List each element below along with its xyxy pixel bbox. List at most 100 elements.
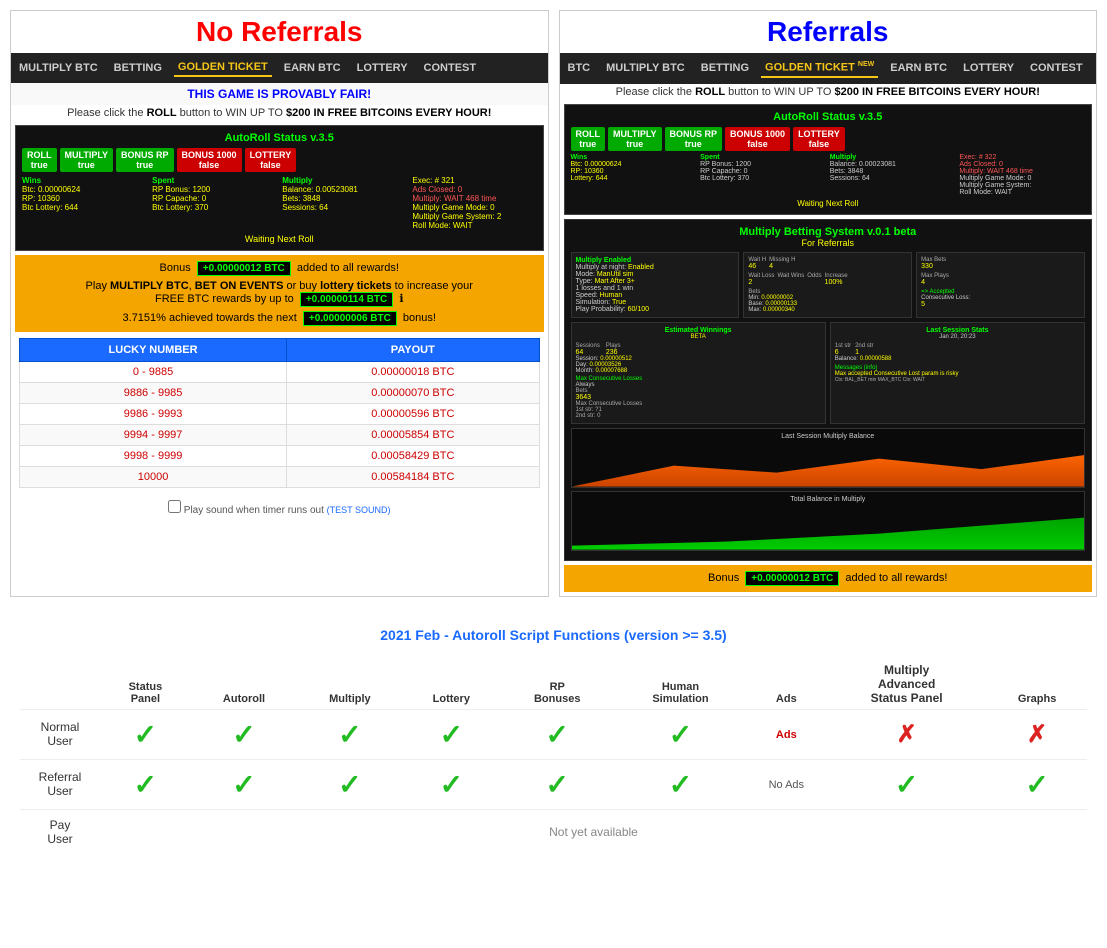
- normal-rp: ✓: [500, 709, 614, 759]
- referrals-panel: Referrals BTC MULTIPLY BTC BETTING GOLDE…: [559, 10, 1098, 597]
- nav-betting[interactable]: BETTING: [110, 60, 166, 76]
- feature-table: StatusPanel Autoroll Multiply Lottery RP…: [20, 659, 1087, 854]
- stats-wins: Wins Btc: 0.00000624 RP: 10360 Btc Lotte…: [22, 176, 146, 230]
- range-1: 0 - 9885: [20, 362, 287, 383]
- table-row: 9886 - 9985 0.00000070 BTC: [20, 383, 540, 404]
- normal-human: ✓: [614, 709, 746, 759]
- normal-graphs: ✗: [987, 709, 1087, 759]
- bonus-badge-3: +0.00000006 BTC: [303, 311, 397, 326]
- col-header-graphs: Graphs: [987, 659, 1087, 710]
- bonus-section-ref: Bonus +0.00000012 BTC added to all rewar…: [564, 565, 1093, 592]
- stats-spent: Spent RP Bonus: 1200 RP Capache: 0 Btc L…: [152, 176, 276, 230]
- bonus-badge-ref: +0.00000012 BTC: [745, 571, 839, 586]
- test-sound-link[interactable]: (TEST SOUND): [327, 505, 391, 515]
- referral-multiply-adv: ✓: [826, 759, 987, 809]
- normal-autoroll: ✓: [191, 709, 297, 759]
- referral-autoroll: ✓: [191, 759, 297, 809]
- nav-golden-ticket[interactable]: GOLDEN TICKET: [174, 59, 272, 77]
- btn-roll[interactable]: ROLLtrue: [22, 148, 57, 172]
- no-referrals-nav: MULTIPLY BTC BETTING GOLDEN TICKET EARN …: [11, 53, 548, 83]
- referral-human: ✓: [614, 759, 746, 809]
- btn-bonus-rp-ref[interactable]: BONUS RPtrue: [665, 127, 723, 151]
- nav-multiply-ref[interactable]: MULTIPLY BTC: [602, 60, 689, 76]
- normal-multiply-adv: ✗: [826, 709, 987, 759]
- btn-roll-ref[interactable]: ROLLtrue: [571, 127, 606, 151]
- sound-check: Play sound when timer runs out (TEST SOU…: [11, 494, 548, 522]
- payout-6: 0.00584184 BTC: [287, 467, 539, 488]
- estimated-winnings-card: Estimated Winnings BETA Sessions 64 Play…: [571, 322, 826, 424]
- feature-title: 2021 Feb - Autoroll Script Functions (ve…: [20, 627, 1087, 643]
- referral-multiply: ✓: [297, 759, 402, 809]
- nav-lottery-ref[interactable]: LOTTERY: [959, 60, 1018, 76]
- referrals-title: Referrals: [560, 11, 1097, 53]
- range-2: 9886 - 9985: [20, 383, 287, 404]
- payout-4: 0.00005854 BTC: [287, 425, 539, 446]
- nav-lottery[interactable]: LOTTERY: [353, 60, 412, 76]
- provably-fair: THIS GAME IS PROVABLY FAIR!: [11, 83, 548, 105]
- nav-golden-ref[interactable]: GOLDEN TICKET NEW: [761, 59, 878, 78]
- autoroll-title-ref: AutoRoll Status v.3.5: [571, 111, 1086, 123]
- pay-user-label: PayUser: [20, 809, 100, 854]
- nav-btc-ref[interactable]: BTC: [564, 60, 595, 76]
- btn-bonus-false-ref[interactable]: BONUS 1000false: [725, 127, 790, 151]
- autoroll-stats: Wins Btc: 0.00000624 RP: 10360 Btc Lotte…: [22, 176, 537, 230]
- multiply-betting-title: Multiply Betting System v.0.1 beta: [571, 226, 1086, 238]
- stats-multiply: Multiply Balance: 0.00523081 Bets: 3848 …: [282, 176, 406, 230]
- range-3: 9986 - 9993: [20, 404, 287, 425]
- graph2-label: Total Balance in Multiply: [790, 496, 865, 503]
- last-session-card: Last Session Stats Jan 20, 20:23 1st str…: [830, 322, 1085, 424]
- referral-lottery: ✓: [403, 759, 501, 809]
- multiply-betting-box: Multiply Betting System v.0.1 beta For R…: [564, 219, 1093, 561]
- nav-betting-ref[interactable]: BETTING: [697, 60, 753, 76]
- bonus-badge-2: +0.00000114 BTC: [300, 292, 393, 307]
- table-row: 9986 - 9993 0.00000596 BTC: [20, 404, 540, 425]
- col-header-human: HumanSimulation: [614, 659, 746, 710]
- no-referrals-title: No Referrals: [11, 11, 548, 53]
- multiply-settings-grid: Multiply Enabled Multiply at night: Enab…: [571, 252, 1086, 318]
- btn-multiply-ref[interactable]: MULTIPLYtrue: [608, 127, 662, 151]
- win-text: Please click the ROLL button to WIN UP T…: [11, 105, 548, 121]
- graph-last-session: Last Session Multiply Balance: [571, 428, 1086, 488]
- nav-multiply-btc[interactable]: MULTIPLY BTC: [15, 60, 102, 76]
- referrals-nav: BTC MULTIPLY BTC BETTING GOLDEN TICKET N…: [560, 53, 1097, 84]
- nav-contest-ref[interactable]: CONTEST: [1026, 60, 1087, 76]
- sound-checkbox[interactable]: [168, 500, 181, 513]
- no-referrals-panel: No Referrals MULTIPLY BTC BETTING GOLDEN…: [10, 10, 549, 597]
- nav-contest[interactable]: CONTEST: [420, 60, 481, 76]
- range-5: 9998 - 9999: [20, 446, 287, 467]
- table-row: 9998 - 9999 0.00058429 BTC: [20, 446, 540, 467]
- col-header-ads: Ads: [747, 659, 827, 710]
- normal-lottery: ✓: [403, 709, 501, 759]
- bonus-line2: Play MULTIPLY BTC, BET ON EVENTS or buy …: [23, 280, 536, 307]
- btn-bonus-1000[interactable]: BONUS 1000false: [177, 148, 242, 172]
- btn-multiply[interactable]: MULTIPLYtrue: [60, 148, 114, 172]
- payout-5: 0.00058429 BTC: [287, 446, 539, 467]
- btn-bonus-rp[interactable]: BONUS RPtrue: [116, 148, 174, 172]
- payout-1: 0.00000018 BTC: [287, 362, 539, 383]
- referral-graphs: ✓: [987, 759, 1087, 809]
- range-4: 9994 - 9997: [20, 425, 287, 446]
- graph1-label: Last Session Multiply Balance: [781, 433, 874, 440]
- not-available-cell: Not yet available: [100, 809, 1087, 854]
- payout-3: 0.00000596 BTC: [287, 404, 539, 425]
- col-header-user: [20, 659, 100, 710]
- stats-row: Estimated Winnings BETA Sessions 64 Play…: [571, 322, 1086, 424]
- graph-green-fill: [572, 510, 1085, 550]
- feature-section: 2021 Feb - Autoroll Script Functions (ve…: [0, 617, 1107, 864]
- col-header-multiply-adv: MultiplyAdvancedStatus Panel: [826, 659, 987, 710]
- referral-status: ✓: [100, 759, 191, 809]
- referral-user-label: ReferralUser: [20, 759, 100, 809]
- btn-lottery-ref[interactable]: LOTTERYfalse: [793, 127, 845, 151]
- nav-earn-ref[interactable]: EARN BTC: [886, 60, 951, 76]
- bonus-line1: Bonus +0.00000012 BTC added to all rewar…: [23, 261, 536, 276]
- btn-lottery[interactable]: LOTTERYfalse: [245, 148, 297, 172]
- stats-exec: Exec: # 321 Ads Closed: 0 Multiply: WAIT…: [412, 176, 536, 230]
- multiply-settings-card: Multiply Enabled Multiply at night: Enab…: [571, 252, 740, 318]
- waiting-text: Waiting Next Roll: [22, 234, 537, 244]
- col-header-rp: RPBonuses: [500, 659, 614, 710]
- max-bets-card: Max Bets 330 Max Plays 4 => Accepted Con…: [916, 252, 1085, 318]
- nav-earn-btc[interactable]: EARN BTC: [280, 60, 345, 76]
- bonus-section: Bonus +0.00000012 BTC added to all rewar…: [15, 255, 544, 332]
- table-row: 10000 0.00584184 BTC: [20, 467, 540, 488]
- graph-total-balance: Total Balance in Multiply: [571, 491, 1086, 551]
